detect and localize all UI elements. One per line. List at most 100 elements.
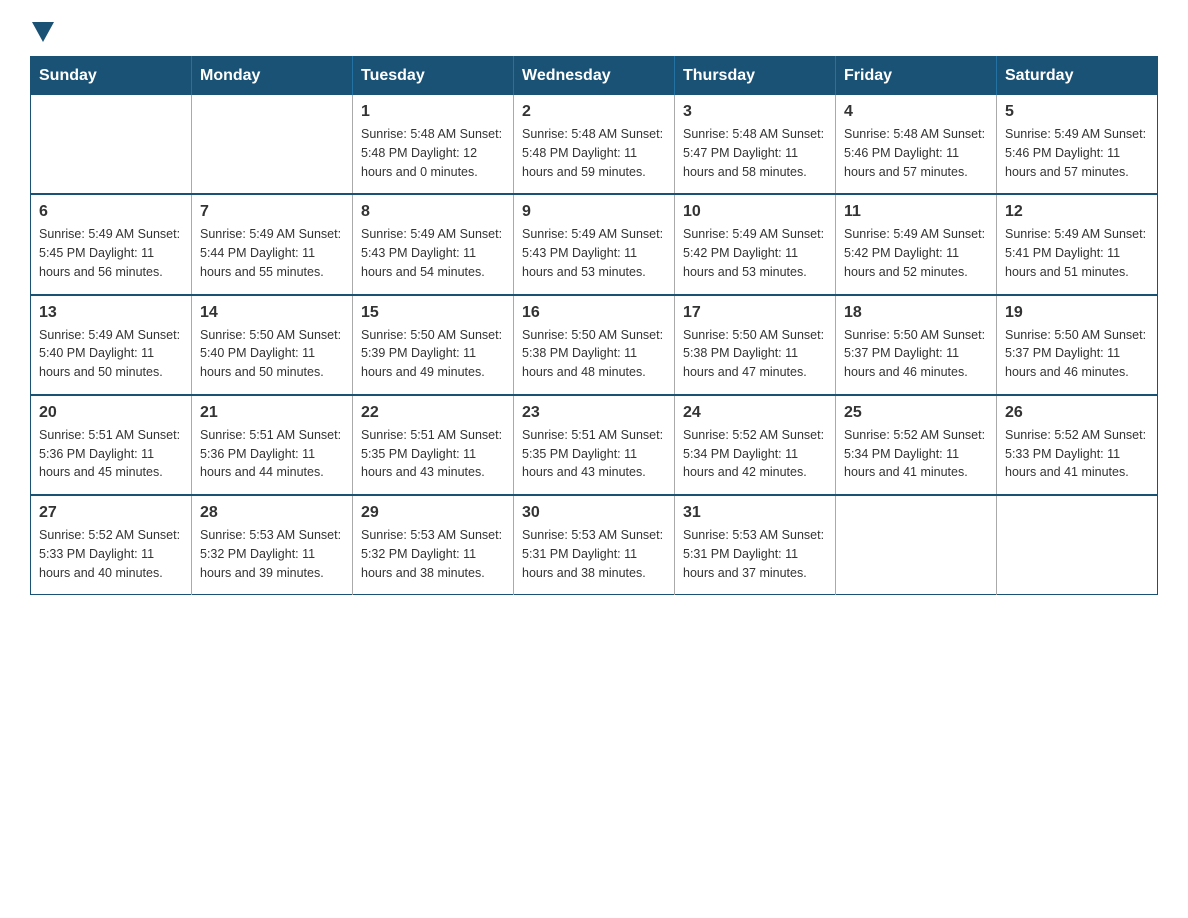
day-number: 11 (844, 203, 988, 221)
day-number: 31 (683, 504, 827, 522)
day-cell: 10 Sunrise: 5:49 AM Sunset: 5:42 PM Dayli… (675, 194, 836, 294)
day-cell: 25Sunrise: 5:52 AM Sunset: 5:34 PM Dayli… (836, 395, 997, 495)
header-friday: Friday (836, 57, 997, 96)
day-cell (31, 95, 192, 194)
day-cell: 6 Sunrise: 5:49 AM Sunset: 5:45 PM Daylig… (31, 194, 192, 294)
day-number: 26 (1005, 404, 1149, 422)
day-info: Sunrise: 5:49 AM Sunset: 5:44 PM Dayligh… (200, 225, 344, 281)
week-row-4: 20 Sunrise: 5:51 AM Sunset: 5:36 PM Dayli… (31, 395, 1158, 495)
day-number: 16 (522, 304, 666, 322)
day-number: 12 (1005, 203, 1149, 221)
day-info: Sunrise: 5:48 AM Sunset: 5:46 PM Dayligh… (844, 125, 988, 181)
day-number: 10 (683, 203, 827, 221)
day-cell: 28 Sunrise: 5:53 AM Sunset: 5:32 PM Dayli… (192, 495, 353, 595)
day-info: Sunrise: 5:49 AM Sunset: 5:41 PM Dayligh… (1005, 225, 1149, 281)
day-number: 3 (683, 103, 827, 121)
week-row-3: 13 Sunrise: 5:49 AM Sunset: 5:40 PM Dayli… (31, 295, 1158, 395)
day-info: Sunrise: 5:53 AM Sunset: 5:31 PM Dayligh… (522, 526, 666, 582)
day-number: 5 (1005, 103, 1149, 121)
header-saturday: Saturday (997, 57, 1158, 96)
day-number: 4 (844, 103, 988, 121)
day-info: Sunrise: 5:50 AM Sunset: 5:37 PM Dayligh… (844, 326, 988, 382)
day-number: 24 (683, 404, 827, 422)
logo (30, 20, 54, 38)
day-cell (192, 95, 353, 194)
week-row-1: 1 Sunrise: 5:48 AM Sunset: 5:48 PM Daylig… (31, 95, 1158, 194)
day-cell: 29Sunrise: 5:53 AM Sunset: 5:32 PM Dayli… (353, 495, 514, 595)
day-info: Sunrise: 5:48 AM Sunset: 5:47 PM Dayligh… (683, 125, 827, 181)
day-cell: 12 Sunrise: 5:49 AM Sunset: 5:41 PM Dayli… (997, 194, 1158, 294)
day-cell: 4 Sunrise: 5:48 AM Sunset: 5:46 PM Daylig… (836, 95, 997, 194)
day-cell: 18Sunrise: 5:50 AM Sunset: 5:37 PM Dayli… (836, 295, 997, 395)
day-number: 22 (361, 404, 505, 422)
day-info: Sunrise: 5:49 AM Sunset: 5:42 PM Dayligh… (683, 225, 827, 281)
day-cell: 31 Sunrise: 5:53 AM Sunset: 5:31 PM Dayli… (675, 495, 836, 595)
day-number: 28 (200, 504, 344, 522)
day-number: 13 (39, 304, 183, 322)
header-monday: Monday (192, 57, 353, 96)
day-number: 14 (200, 304, 344, 322)
day-cell: 5Sunrise: 5:49 AM Sunset: 5:46 PM Daylig… (997, 95, 1158, 194)
day-number: 17 (683, 304, 827, 322)
day-cell (997, 495, 1158, 595)
header-sunday: Sunday (31, 57, 192, 96)
header-wednesday: Wednesday (514, 57, 675, 96)
day-info: Sunrise: 5:51 AM Sunset: 5:35 PM Dayligh… (361, 426, 505, 482)
day-number: 9 (522, 203, 666, 221)
day-cell: 14 Sunrise: 5:50 AM Sunset: 5:40 PM Dayli… (192, 295, 353, 395)
day-info: Sunrise: 5:52 AM Sunset: 5:33 PM Dayligh… (1005, 426, 1149, 482)
day-cell: 15 Sunrise: 5:50 AM Sunset: 5:39 PM Dayli… (353, 295, 514, 395)
day-info: Sunrise: 5:51 AM Sunset: 5:36 PM Dayligh… (200, 426, 344, 482)
day-info: Sunrise: 5:50 AM Sunset: 5:38 PM Dayligh… (522, 326, 666, 382)
day-number: 21 (200, 404, 344, 422)
day-number: 15 (361, 304, 505, 322)
day-cell: 17 Sunrise: 5:50 AM Sunset: 5:38 PM Dayli… (675, 295, 836, 395)
day-info: Sunrise: 5:53 AM Sunset: 5:32 PM Dayligh… (200, 526, 344, 582)
day-cell: 21 Sunrise: 5:51 AM Sunset: 5:36 PM Dayli… (192, 395, 353, 495)
day-cell: 24 Sunrise: 5:52 AM Sunset: 5:34 PM Dayli… (675, 395, 836, 495)
day-number: 1 (361, 103, 505, 121)
day-info: Sunrise: 5:49 AM Sunset: 5:40 PM Dayligh… (39, 326, 183, 382)
day-cell: 27Sunrise: 5:52 AM Sunset: 5:33 PM Dayli… (31, 495, 192, 595)
day-number: 8 (361, 203, 505, 221)
day-cell (836, 495, 997, 595)
day-info: Sunrise: 5:52 AM Sunset: 5:34 PM Dayligh… (683, 426, 827, 482)
day-number: 27 (39, 504, 183, 522)
day-cell: 8 Sunrise: 5:49 AM Sunset: 5:43 PM Daylig… (353, 194, 514, 294)
header-tuesday: Tuesday (353, 57, 514, 96)
day-cell: 11 Sunrise: 5:49 AM Sunset: 5:42 PM Dayli… (836, 194, 997, 294)
header-thursday: Thursday (675, 57, 836, 96)
day-info: Sunrise: 5:53 AM Sunset: 5:32 PM Dayligh… (361, 526, 505, 582)
page-header (30, 20, 1158, 38)
day-cell: 19Sunrise: 5:50 AM Sunset: 5:37 PM Dayli… (997, 295, 1158, 395)
day-number: 20 (39, 404, 183, 422)
day-info: Sunrise: 5:50 AM Sunset: 5:38 PM Dayligh… (683, 326, 827, 382)
day-number: 6 (39, 203, 183, 221)
week-row-5: 27Sunrise: 5:52 AM Sunset: 5:33 PM Dayli… (31, 495, 1158, 595)
day-info: Sunrise: 5:49 AM Sunset: 5:42 PM Dayligh… (844, 225, 988, 281)
day-number: 30 (522, 504, 666, 522)
day-info: Sunrise: 5:50 AM Sunset: 5:40 PM Dayligh… (200, 326, 344, 382)
day-cell: 1 Sunrise: 5:48 AM Sunset: 5:48 PM Daylig… (353, 95, 514, 194)
day-info: Sunrise: 5:48 AM Sunset: 5:48 PM Dayligh… (522, 125, 666, 181)
day-number: 23 (522, 404, 666, 422)
day-number: 2 (522, 103, 666, 121)
day-number: 7 (200, 203, 344, 221)
day-cell: 26 Sunrise: 5:52 AM Sunset: 5:33 PM Dayli… (997, 395, 1158, 495)
day-cell: 9 Sunrise: 5:49 AM Sunset: 5:43 PM Daylig… (514, 194, 675, 294)
day-info: Sunrise: 5:49 AM Sunset: 5:43 PM Dayligh… (361, 225, 505, 281)
day-info: Sunrise: 5:48 AM Sunset: 5:48 PM Dayligh… (361, 125, 505, 181)
calendar-table: SundayMondayTuesdayWednesdayThursdayFrid… (30, 56, 1158, 595)
day-number: 25 (844, 404, 988, 422)
day-info: Sunrise: 5:49 AM Sunset: 5:43 PM Dayligh… (522, 225, 666, 281)
day-cell: 22 Sunrise: 5:51 AM Sunset: 5:35 PM Dayli… (353, 395, 514, 495)
day-number: 19 (1005, 304, 1149, 322)
day-info: Sunrise: 5:50 AM Sunset: 5:39 PM Dayligh… (361, 326, 505, 382)
day-info: Sunrise: 5:53 AM Sunset: 5:31 PM Dayligh… (683, 526, 827, 582)
day-info: Sunrise: 5:51 AM Sunset: 5:36 PM Dayligh… (39, 426, 183, 482)
day-info: Sunrise: 5:49 AM Sunset: 5:45 PM Dayligh… (39, 225, 183, 281)
day-info: Sunrise: 5:51 AM Sunset: 5:35 PM Dayligh… (522, 426, 666, 482)
day-cell: 7 Sunrise: 5:49 AM Sunset: 5:44 PM Daylig… (192, 194, 353, 294)
day-cell: 13 Sunrise: 5:49 AM Sunset: 5:40 PM Dayli… (31, 295, 192, 395)
day-cell: 2 Sunrise: 5:48 AM Sunset: 5:48 PM Daylig… (514, 95, 675, 194)
